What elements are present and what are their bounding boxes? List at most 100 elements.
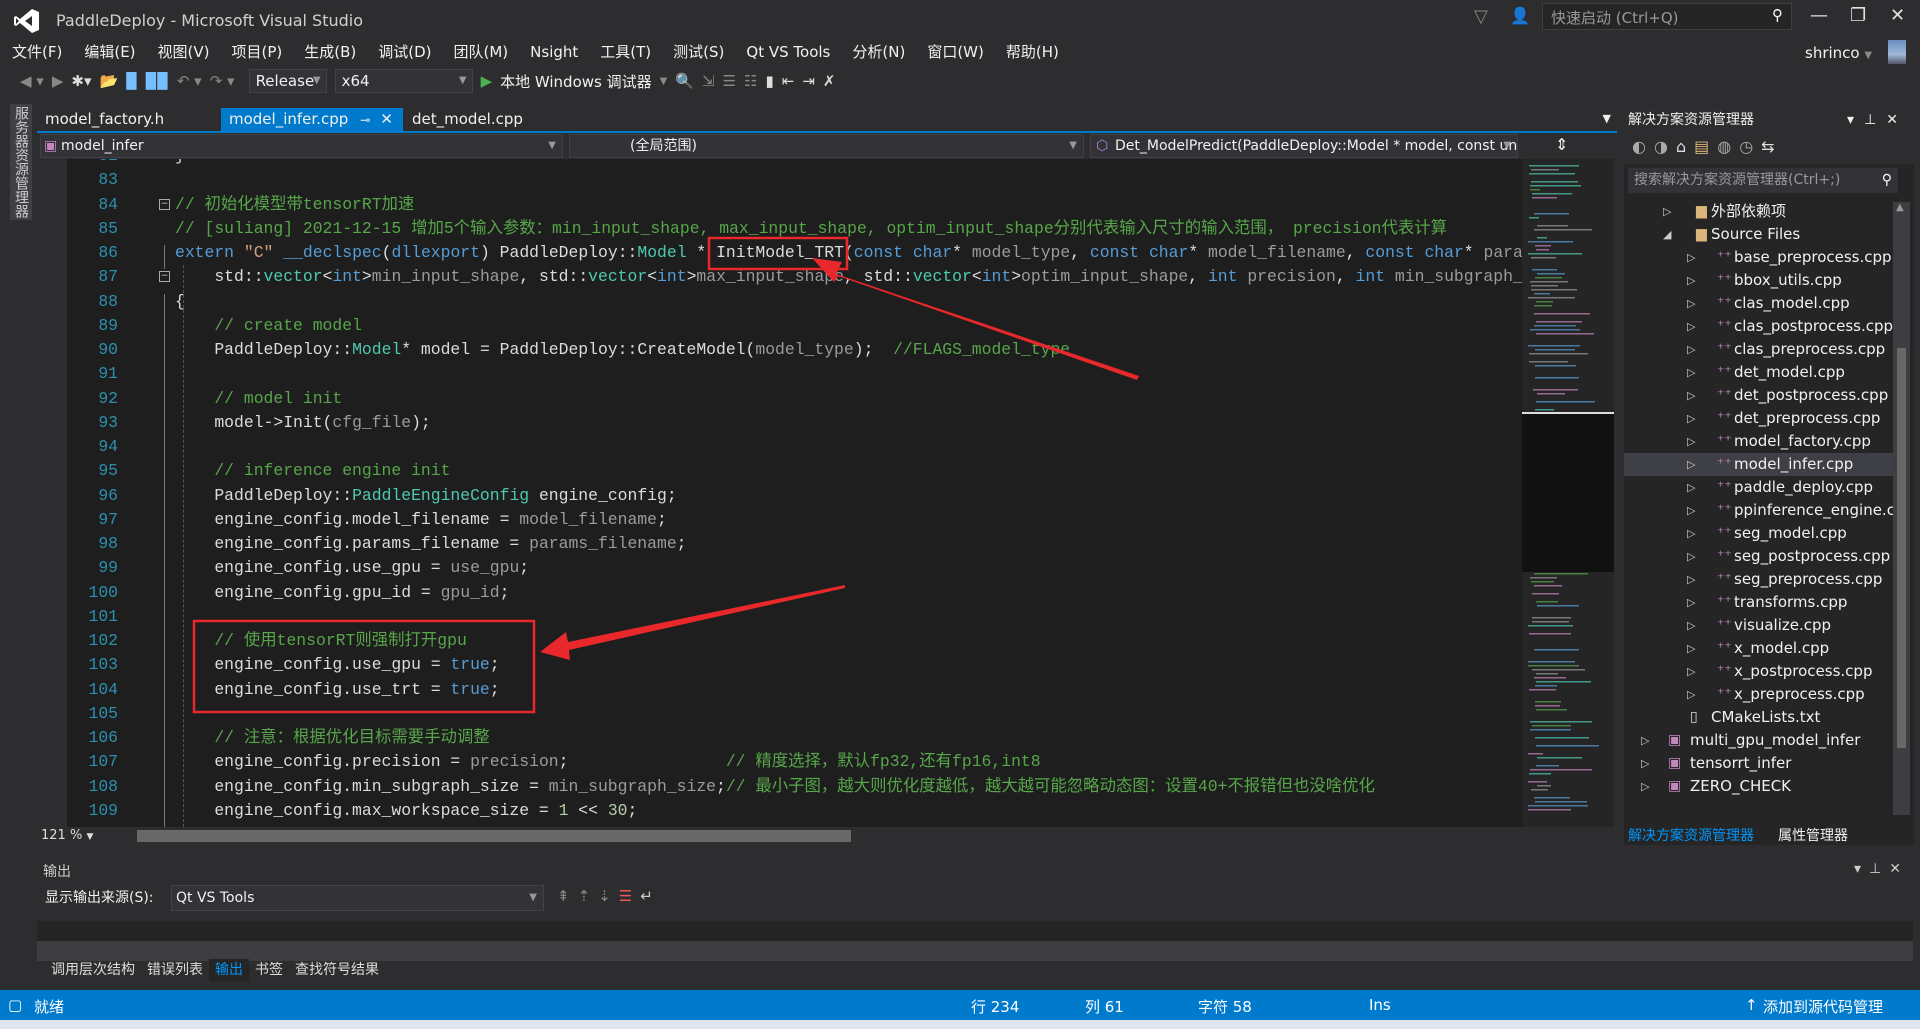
collapsed-arrow-icon[interactable]: ▷ bbox=[1687, 522, 1695, 545]
tree-item[interactable]: ▯ CMakeLists.txt bbox=[1624, 706, 1894, 729]
collapsed-arrow-icon[interactable]: ▷ bbox=[1687, 269, 1695, 292]
collapsed-arrow-icon[interactable]: ▷ bbox=[1687, 384, 1695, 407]
uncomment-icon[interactable]: ☷ bbox=[744, 72, 757, 90]
back-icon[interactable]: ◐ bbox=[1632, 137, 1654, 156]
menu-item[interactable]: 视图(V) bbox=[158, 42, 210, 66]
user-account[interactable]: shrinco ▼ bbox=[1805, 44, 1872, 62]
collapsed-arrow-icon[interactable]: ▷ bbox=[1687, 338, 1695, 361]
tree-item[interactable]: ▷ ⁺⁺ det_preprocess.cpp bbox=[1624, 407, 1894, 430]
tree-item[interactable]: ▷ ▣ ZERO_CHECK bbox=[1624, 775, 1894, 798]
feedback-filter-icon[interactable]: ▽ bbox=[1474, 6, 1488, 27]
collapsed-arrow-icon[interactable]: ▷ bbox=[1687, 407, 1695, 430]
chevron-down-icon[interactable]: ▾ bbox=[1847, 112, 1864, 128]
collapsed-arrow-icon[interactable]: ▷ bbox=[1687, 637, 1695, 660]
tree-item[interactable]: ▷ ⁺⁺ x_model.cpp bbox=[1624, 637, 1894, 660]
collapsed-arrow-icon[interactable]: ▷ bbox=[1687, 430, 1695, 453]
chevron-down-icon[interactable]: ▼ bbox=[660, 76, 668, 87]
output-source-select[interactable]: Qt VS Tools ▼ bbox=[171, 885, 544, 911]
output-text-area[interactable] bbox=[37, 921, 1913, 941]
code-line[interactable]: 104 engine_config.use_trt = true; bbox=[37, 678, 1522, 702]
code-line[interactable]: 86 extern "C" __declspec(dllexport) Paddl… bbox=[37, 241, 1522, 265]
close-icon[interactable]: ✕ bbox=[1886, 112, 1908, 128]
tree-item[interactable]: ▷ ⁺⁺ paddle_deploy.cpp bbox=[1624, 476, 1894, 499]
open-file-icon[interactable]: 📂 bbox=[100, 72, 119, 90]
add-to-source-control-button[interactable]: 添加到源代码管理 bbox=[1763, 996, 1883, 1017]
minimize-button[interactable]: — bbox=[1810, 5, 1828, 26]
code-line[interactable]: 105 bbox=[37, 702, 1522, 726]
code-line[interactable]: 97 engine_config.model_filename = model_… bbox=[37, 508, 1522, 532]
tree-item[interactable]: ▷ ⁺⁺ visualize.cpp bbox=[1624, 614, 1894, 637]
tree-item[interactable]: ▷ ▣ tensorrt_infer bbox=[1624, 752, 1894, 775]
menu-item[interactable]: 帮助(H) bbox=[1006, 42, 1059, 66]
tree-item[interactable]: ▷ ⁺⁺ seg_model.cpp bbox=[1624, 522, 1894, 545]
code-line[interactable]: 89 // create model bbox=[37, 314, 1522, 338]
code-line[interactable]: 82} bbox=[37, 159, 1522, 168]
collapsed-arrow-icon[interactable]: ▷ bbox=[1687, 683, 1695, 706]
code-line[interactable]: 93 model->Init(cfg_file); bbox=[37, 411, 1522, 435]
code-editor[interactable]: 82}8384−// 初始化模型带tensorRT加速85// [suliang… bbox=[37, 159, 1522, 827]
word-wrap-icon[interactable]: ↵ bbox=[640, 887, 661, 905]
collapsed-arrow-icon[interactable]: ▷ bbox=[1687, 568, 1695, 591]
collapsed-arrow-icon[interactable]: ▷ bbox=[1687, 246, 1695, 269]
tree-item[interactable]: ▷ ⁺⁺ model_infer.cpp bbox=[1624, 453, 1894, 476]
find-message-icon[interactable]: ⇞ bbox=[557, 887, 578, 905]
avatar[interactable] bbox=[1888, 40, 1906, 64]
code-line[interactable]: 83 bbox=[37, 168, 1522, 192]
find-in-files-icon[interactable]: 🔍 bbox=[675, 72, 694, 90]
forward-icon[interactable]: ▶ bbox=[52, 72, 64, 90]
collapsed-arrow-icon[interactable]: ▷ bbox=[1687, 545, 1695, 568]
bookmark-icon[interactable]: ▮ bbox=[765, 72, 773, 90]
pin-icon[interactable]: ⊥ bbox=[1869, 861, 1889, 877]
pending-changes-icon[interactable]: ◷ bbox=[1739, 137, 1761, 156]
tree-item[interactable]: ▷ ⁺⁺ ppinference_engine.c bbox=[1624, 499, 1894, 522]
menu-item[interactable]: 项目(P) bbox=[232, 42, 283, 66]
back-icon[interactable]: ◀ ▾ bbox=[20, 72, 44, 90]
pin-icon[interactable]: ⊸ bbox=[360, 113, 370, 127]
bottom-tab[interactable]: 输出 bbox=[209, 959, 249, 981]
menu-item[interactable]: 分析(N) bbox=[852, 42, 905, 66]
tree-item[interactable]: ▷ ▆ 外部依赖项 bbox=[1624, 200, 1894, 223]
collapse-icon[interactable]: − bbox=[159, 199, 170, 210]
bottom-tab[interactable]: 错误列表 bbox=[141, 959, 209, 981]
code-line[interactable]: 108 engine_config.min_subgraph_size = mi… bbox=[37, 775, 1522, 799]
tree-item[interactable]: ▷ ⁺⁺ seg_postprocess.cpp bbox=[1624, 545, 1894, 568]
code-line[interactable]: 90 PaddleDeploy::Model* model = PaddleDe… bbox=[37, 338, 1522, 362]
collapsed-arrow-icon[interactable]: ▷ bbox=[1687, 361, 1695, 384]
platform-select[interactable]: x64 ▼ bbox=[335, 69, 473, 93]
code-line[interactable]: 96 PaddleDeploy::PaddleEngineConfig engi… bbox=[37, 484, 1522, 508]
comment-icon[interactable]: ☰ bbox=[723, 72, 736, 90]
tab-property-manager[interactable]: 属性管理器 bbox=[1778, 827, 1848, 845]
tab-overflow-chevron-icon[interactable]: ▼ bbox=[1603, 112, 1611, 125]
code-line[interactable]: 92 // model init bbox=[37, 387, 1522, 411]
tab-model-factory-h[interactable]: model_factory.h bbox=[37, 108, 220, 131]
code-line[interactable]: 87− std::vector<int>min_input_shape, std… bbox=[37, 265, 1522, 289]
start-debug-icon[interactable]: ▶ bbox=[481, 72, 493, 90]
sync-icon[interactable]: ⇆ bbox=[1761, 137, 1782, 156]
collapsed-arrow-icon[interactable]: ▷ bbox=[1687, 591, 1695, 614]
save-all-icon[interactable]: ▉▉ bbox=[146, 72, 169, 90]
new-item-icon[interactable]: ✱▾ bbox=[71, 72, 91, 90]
bottom-tab[interactable]: 查找符号结果 bbox=[289, 959, 385, 981]
horizontal-scroll-thumb[interactable] bbox=[137, 830, 851, 842]
prev-bookmark-icon[interactable]: ⇤ bbox=[782, 72, 795, 90]
pin-icon[interactable]: ⊥ bbox=[1864, 112, 1886, 128]
quick-launch-input[interactable]: 快速启动 (Ctrl+Q) ⚲ bbox=[1542, 3, 1792, 30]
close-tab-icon[interactable]: ✕ bbox=[380, 110, 393, 128]
tree-item[interactable]: ▷ ⁺⁺ clas_model.cpp bbox=[1624, 292, 1894, 315]
switch-view-icon[interactable]: ▤ bbox=[1694, 137, 1717, 156]
tree-item[interactable]: ▷ ⁺⁺ x_postprocess.cpp bbox=[1624, 660, 1894, 683]
zoom-level-select[interactable]: 121 % ▼ bbox=[41, 828, 93, 843]
tab-det-model-cpp[interactable]: det_model.cpp bbox=[404, 108, 529, 131]
collapsed-arrow-icon[interactable]: ▷ bbox=[1687, 476, 1695, 499]
menu-item[interactable]: 窗口(W) bbox=[927, 42, 984, 66]
clear-all-icon[interactable]: ☰ bbox=[619, 887, 640, 905]
tree-item[interactable]: ▷ ⁺⁺ det_postprocess.cpp bbox=[1624, 384, 1894, 407]
solution-search-input[interactable]: 搜索解决方案资源管理器(Ctrl+;) ⚲ bbox=[1628, 168, 1898, 193]
tree-item[interactable]: ▷ ⁺⁺ base_preprocess.cpp bbox=[1624, 246, 1894, 269]
configuration-select[interactable]: Release ▼ bbox=[249, 69, 327, 93]
collapsed-arrow-icon[interactable]: ▷ bbox=[1687, 614, 1695, 637]
tree-item[interactable]: ▷ ⁺⁺ clas_postprocess.cpp bbox=[1624, 315, 1894, 338]
menu-item[interactable]: 团队(M) bbox=[454, 42, 509, 66]
collapsed-arrow-icon[interactable]: ▷ bbox=[1687, 453, 1695, 476]
code-line[interactable]: 103 engine_config.use_gpu = true; bbox=[37, 653, 1522, 677]
